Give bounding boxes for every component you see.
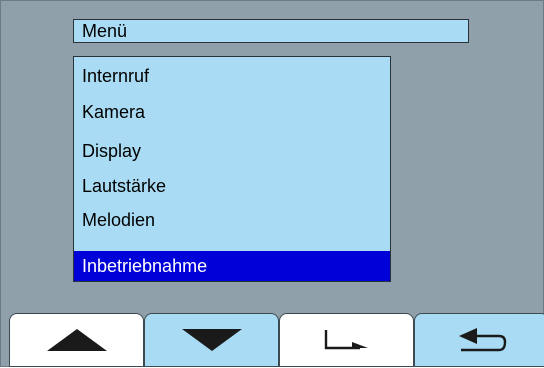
- arrow-down-icon: [181, 329, 242, 351]
- menu-item-lautstaerke[interactable]: Lautstärke: [74, 171, 390, 201]
- enter-icon: [324, 330, 368, 350]
- softkey-bar: [1, 313, 544, 368]
- back-button[interactable]: [414, 313, 544, 367]
- scroll-up-button[interactable]: [9, 313, 144, 367]
- menu-item-display[interactable]: Display: [74, 136, 390, 166]
- scroll-down-button[interactable]: [144, 313, 279, 367]
- arrow-up-icon: [46, 329, 107, 351]
- menu-item-melodien[interactable]: Melodien: [74, 205, 390, 235]
- menu-list: Internruf Kamera Display Lautstärke Melo…: [73, 56, 391, 282]
- menu-item-inbetriebnahme[interactable]: Inbetriebnahme: [74, 251, 390, 281]
- page-title: Menü: [73, 19, 469, 43]
- device-screen: Menü Internruf Kamera Display Lautstärke…: [0, 0, 544, 367]
- menu-item-kamera[interactable]: Kamera: [74, 97, 390, 127]
- menu-item-internruf[interactable]: Internruf: [74, 61, 390, 91]
- enter-button[interactable]: [279, 313, 414, 367]
- back-icon: [458, 328, 506, 352]
